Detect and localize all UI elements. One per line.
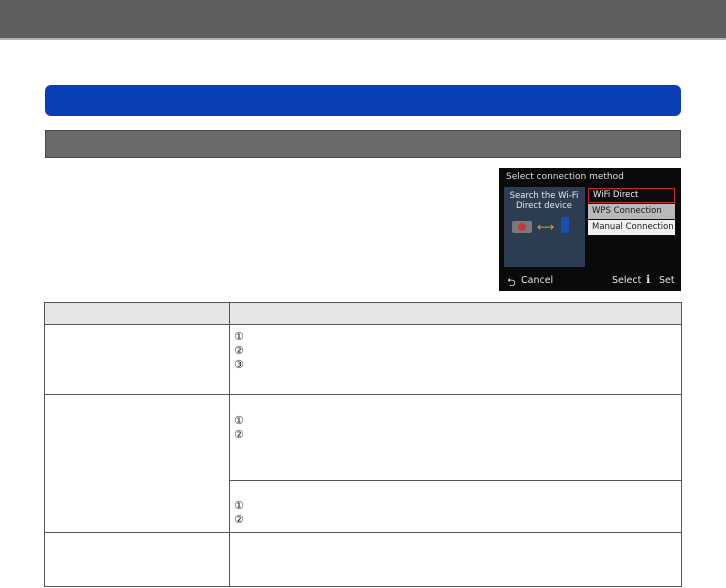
table-cell-steps: ① ② ③ xyxy=(229,324,682,395)
connection-method-table: ① ② ③ ① ② ① ② xyxy=(44,302,682,587)
cancel-label[interactable]: Cancel xyxy=(521,275,553,286)
section-title-bar xyxy=(45,85,681,116)
set-button-icon: ℹ xyxy=(646,273,651,286)
table-row: ① ② xyxy=(44,394,682,533)
option-wifi-direct[interactable]: WiFi Direct xyxy=(588,188,675,203)
camera-panel-text: Search the Wi-Fi Direct device xyxy=(509,191,579,211)
back-arrow-icon: ⮌ xyxy=(507,276,516,289)
set-label[interactable]: Set xyxy=(659,275,675,286)
table-cell-method xyxy=(44,532,230,587)
table-header-cell-2 xyxy=(229,302,682,325)
table-cell-steps: ① ② xyxy=(229,394,682,481)
step-marker-1: ① xyxy=(234,330,244,343)
table-row: ① ② ③ xyxy=(44,324,682,395)
step-marker-2: ② xyxy=(234,344,244,357)
camera-screen-title: Select connection method xyxy=(506,172,624,182)
option-wps-connection[interactable]: WPS Connection xyxy=(588,204,675,219)
select-label: Select xyxy=(612,275,642,286)
table-cell-method xyxy=(44,324,230,395)
table-header-row xyxy=(44,302,682,325)
header-bar xyxy=(0,0,726,38)
table-cell-steps: ① ② xyxy=(229,480,682,533)
table-header-cell-1 xyxy=(44,302,230,325)
smartphone-icon xyxy=(561,217,569,233)
option-manual-connection[interactable]: Manual Connection xyxy=(588,220,675,235)
step-marker-2: ② xyxy=(234,428,244,441)
camera-icon xyxy=(512,221,532,233)
step-marker-3: ③ xyxy=(234,358,244,371)
step-marker-1: ① xyxy=(234,499,244,512)
table-cell-method xyxy=(44,394,230,533)
camera-bottom-bar: ⮌ Cancel Select ℹ Set xyxy=(499,273,681,290)
subsection-title-bar xyxy=(45,130,681,158)
step-marker-1: ① xyxy=(234,414,244,427)
camera-screen-illustration: Select connection method Search the Wi-F… xyxy=(499,168,681,291)
table-cell-steps xyxy=(229,532,682,587)
step-marker-2: ② xyxy=(234,513,244,526)
header-divider xyxy=(0,38,726,40)
table-row xyxy=(44,532,682,587)
connection-arrow-icon: ⟷ xyxy=(537,220,555,234)
